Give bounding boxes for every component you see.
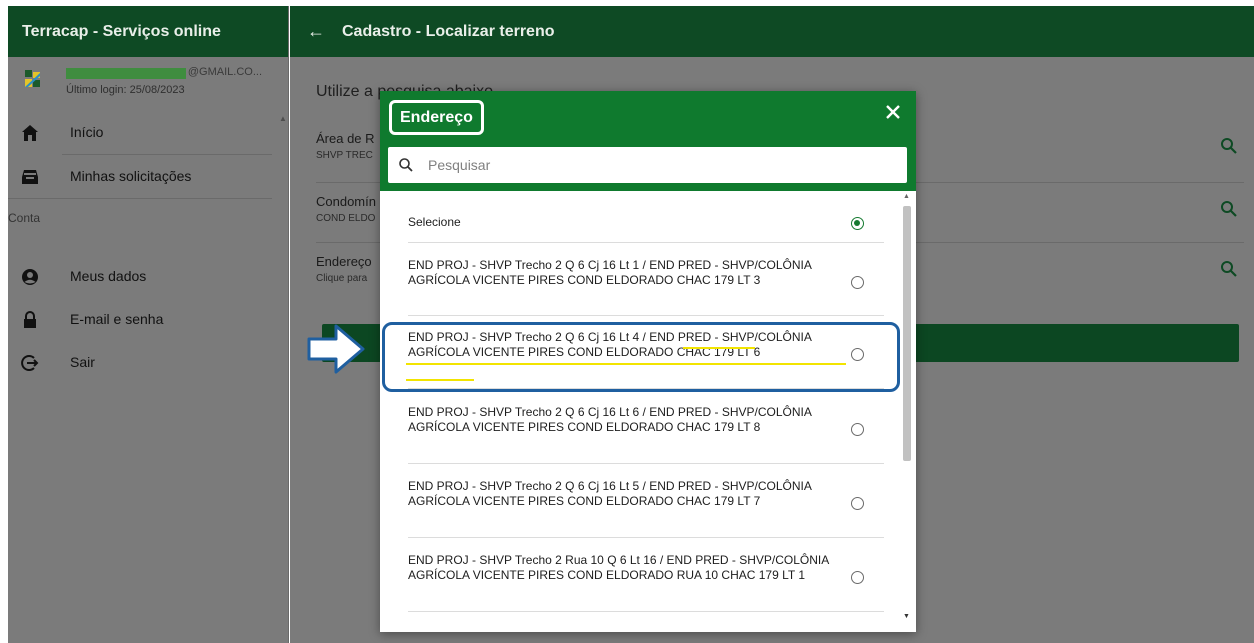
sidebar-item-label: Minhas solicitações	[70, 168, 192, 184]
sidebar-item-sair[interactable]: Sair	[8, 342, 272, 384]
field-label: Área de R	[316, 131, 375, 146]
account-circle-icon	[22, 269, 38, 285]
search-icon[interactable]	[1220, 260, 1238, 278]
last-login: Último login: 25/08/2023	[66, 84, 185, 96]
search-input[interactable]	[428, 153, 888, 177]
option-label: END PROJ - SHVP Trecho 2 Q 6 Cj 16 Lt 6 …	[408, 405, 812, 434]
divider	[62, 154, 272, 155]
close-icon[interactable]	[885, 104, 901, 120]
lock-icon	[24, 311, 36, 328]
list-item[interactable]: END PROJ - SHVP Trecho 2 Q 6 Cj 16 Lt 6 …	[408, 405, 884, 453]
radio-selected[interactable]	[851, 217, 864, 230]
user-info: @GMAIL.CO... Último login: 25/08/2023 ▲	[8, 57, 289, 123]
dialog-header: Endereço	[380, 91, 916, 191]
arrow-left-icon[interactable]: ←	[307, 6, 325, 57]
logout-icon	[21, 355, 39, 371]
scroll-thumb[interactable]	[903, 206, 911, 461]
field-label: Endereço	[316, 254, 372, 269]
page-title: Cadastro - Localizar terreno	[342, 23, 555, 40]
search-icon[interactable]	[1220, 137, 1238, 155]
search-icon[interactable]	[1220, 200, 1238, 218]
sidebar-item-inicio[interactable]: Início	[8, 112, 272, 154]
field-label: Condomín	[316, 194, 376, 209]
divider	[408, 315, 884, 316]
divider	[408, 242, 884, 243]
sidebar-item-meus-dados[interactable]: Meus dados	[8, 256, 272, 298]
sidebar-item-label: Sair	[70, 354, 95, 370]
sidebar-scroll-up-icon[interactable]: ▲	[279, 114, 287, 123]
field-value: COND ELDO	[316, 213, 376, 224]
search-box	[388, 147, 907, 183]
dialog-scrollbar[interactable]: ▲ ▼	[900, 191, 912, 628]
field-value: Clique para	[316, 273, 368, 284]
list-item[interactable]: END PROJ - SHVP Trecho 2 Q 6 Cj 16 Lt 5 …	[408, 479, 884, 527]
option-label: END PROJ - SHVP Trecho 2 Rua 10 Q 6 Lt 1…	[408, 553, 829, 582]
sidebar-item-label: Meus dados	[70, 268, 147, 284]
list-item[interactable]: END PROJ - SHVP Trecho 2 Rua 10 Q 6 Lt 1…	[408, 553, 884, 601]
radio-button[interactable]	[851, 276, 864, 289]
annotation-underline	[406, 379, 474, 381]
radio-button[interactable]	[851, 571, 864, 584]
home-icon	[22, 125, 38, 141]
option-label: END PROJ - SHVP Trecho 2 Q 6 Cj 16 Lt 5 …	[408, 479, 812, 508]
divider	[408, 463, 884, 464]
sidebar-item-minhas-solicitacoes[interactable]: Minhas solicitações	[8, 156, 272, 198]
sidebar-item-email-senha[interactable]: E-mail e senha	[8, 299, 272, 341]
section-label-conta: Conta	[8, 211, 41, 225]
option-label: END PROJ - SHVP Trecho 2 Q 6 Cj 16 Lt 1 …	[408, 258, 812, 287]
annotation-underline	[406, 363, 846, 365]
divider	[408, 611, 884, 612]
radio-button[interactable]	[851, 497, 864, 510]
sidebar-title: Terracap - Serviços online	[8, 6, 288, 57]
scroll-down-icon[interactable]: ▼	[903, 613, 910, 620]
list-item-selecione[interactable]: Selecione	[408, 213, 884, 233]
divider	[8, 198, 272, 199]
scroll-up-icon[interactable]: ▲	[903, 193, 910, 200]
dialog-title: Endereço	[389, 100, 484, 135]
inbox-icon	[22, 170, 38, 184]
field-value: SHVP TREC	[316, 150, 373, 161]
sidebar-item-label: Início	[70, 124, 104, 140]
divider	[408, 537, 884, 538]
search-icon	[399, 158, 413, 172]
option-label: Selecione	[408, 215, 461, 229]
user-email: @GMAIL.CO...	[187, 66, 262, 78]
annotation-arrow-icon	[307, 324, 365, 374]
sidebar: Terracap - Serviços online @GMAIL.CO... …	[8, 6, 289, 643]
annotation-highlight-box	[382, 322, 900, 392]
option-list: Selecione END PROJ - SHVP Trecho 2 Q 6 C…	[380, 191, 916, 632]
sidebar-item-label: E-mail e senha	[70, 311, 164, 327]
main-header: ← Cadastro - Localizar terreno	[290, 6, 1254, 57]
list-item[interactable]: END PROJ - SHVP Trecho 2 Q 6 Cj 16 Lt 1 …	[408, 258, 884, 306]
radio-button[interactable]	[851, 423, 864, 436]
terracap-logo-icon	[25, 70, 40, 87]
annotation-underline	[683, 347, 755, 349]
